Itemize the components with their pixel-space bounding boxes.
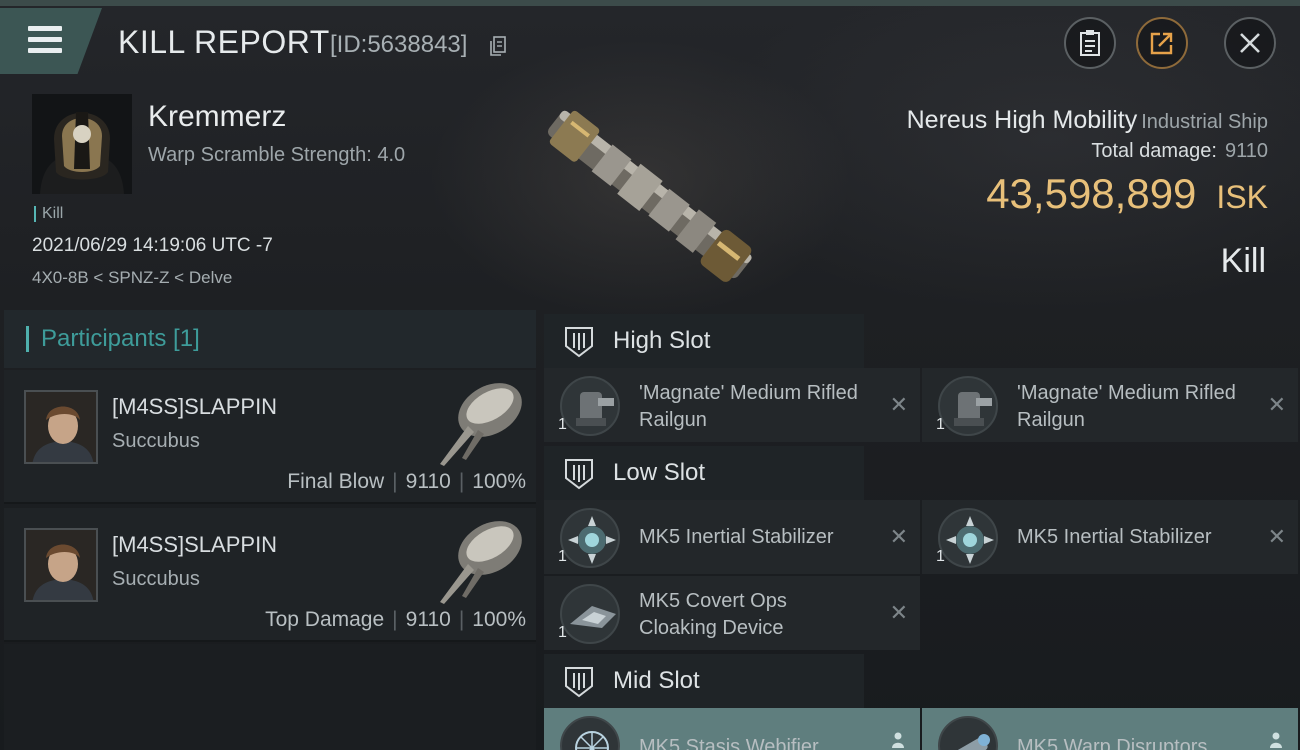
module-name: MK5 Covert Ops Cloaking Device [639,590,787,639]
clipboard-icon [1080,30,1100,56]
mid-slot-label: Mid Slot [613,667,700,694]
isk-value: 43,598,899 ISK [986,170,1268,218]
person-icon [1270,732,1282,748]
share-button[interactable] [1136,17,1188,69]
high-slot-label: High Slot [613,327,711,354]
module-quantity: 1 [936,416,945,433]
remove-icon[interactable]: ✕ [890,524,908,550]
mid-slot-header: Mid Slot [544,654,864,708]
kill-location: 4X0-8B < SPNZ-Z < Delve [32,268,233,287]
module-name: MK5 Warp Disruptors [1017,736,1208,750]
participant-percent: 100% [472,608,526,631]
participant-stats: Final Blow | 9110 | 100% [287,470,526,493]
module-name: MK5 Inertial Stabilizer [639,526,834,548]
total-damage-value: 9110 [1224,140,1268,162]
close-button[interactable] [1224,17,1276,69]
menu-icon [28,26,62,59]
isk-unit: ISK [1216,179,1268,215]
kill-tag: Kill [34,206,63,222]
remove-icon[interactable]: ✕ [890,600,908,626]
module-name: 'Magnate' Medium Rifled Railgun [1017,382,1236,431]
participant-name: [M4SS]SLAPPIN [112,394,278,419]
total-damage-label: Total damage: [1091,140,1217,162]
low-slot-header: Low Slot [544,446,864,500]
close-icon [1240,33,1260,53]
participants-header[interactable]: Participants [1] [4,310,536,368]
participants-empty-area [4,644,536,750]
participant-ship: Succubus [112,568,200,590]
remove-icon[interactable]: ✕ [890,392,908,418]
ship-name: Nereus High Mobility [906,106,1138,134]
participant-role: Top Damage [265,608,385,631]
page-title: KILL REPORT [118,24,330,60]
victim-portrait[interactable] [32,94,132,194]
remove-icon[interactable]: ✕ [1268,524,1286,550]
participant-name: [M4SS]SLAPPIN [112,532,278,557]
module-name: MK5 Stasis Webifier [639,736,819,750]
module-quantity: 1 [936,548,945,565]
total-damage: Total damage: 9110 [1091,140,1268,163]
avatar [32,94,132,194]
participant-stats: Top Damage | 9110 | 100% [265,608,526,631]
module-item[interactable]: MK5 Stasis Webifier [544,708,920,750]
module-item[interactable]: 1 MK5 Inertial Stabilizer ✕ [922,500,1298,574]
module-name: 'Magnate' Medium Rifled Railgun [639,382,858,431]
module-item[interactable]: 1 'Magnate' Medium Rifled Railgun ✕ [544,368,920,442]
stasis-webifier-icon [560,716,620,750]
victim-ship-image [548,110,752,282]
module-item[interactable]: 1 MK5 Inertial Stabilizer ✕ [544,500,920,574]
railgun-icon [938,376,998,436]
participant-damage: 9110 [405,470,451,493]
module-quantity: 1 [558,548,567,565]
module-quantity: 1 [558,416,567,433]
victim-name: Kremmerz [148,100,287,133]
slot-icon [565,667,593,698]
stabilizer-icon [938,508,998,568]
slot-icon [565,327,593,358]
module-item[interactable]: 1 MK5 Covert Ops Cloaking Device ✕ [544,576,920,650]
module-name: MK5 Inertial Stabilizer [1017,526,1212,548]
isk-amount: 43,598,899 [986,170,1197,217]
participant-row[interactable]: [M4SS]SLAPPIN Succubus Top Damage | 9110 | 1… [4,508,536,642]
participant-row[interactable]: [M4SS]SLAPPIN Succubus Final Blow | 9110 | 1… [4,370,536,504]
slot-icon [565,459,593,490]
victim-ship: Nereus High Mobility Industrial Ship [907,106,1268,135]
participant-ship: Succubus [112,430,200,452]
participant-damage: 9110 [405,608,451,631]
kill-datetime: 2021/06/29 14:19:06 UTC -7 [32,235,273,256]
participant-percent: 100% [472,470,526,493]
stabilizer-icon [560,508,620,568]
warp-disruptor-icon [938,716,998,750]
avatar [24,528,98,602]
share-icon [1150,32,1173,55]
module-quantity: 1 [558,624,567,641]
high-slot-header: High Slot [544,314,864,368]
participants-label: Participants [1] [26,326,200,352]
participant-role: Final Blow [287,470,385,493]
low-slot-label: Low Slot [613,459,706,486]
module-item[interactable]: 1 'Magnate' Medium Rifled Railgun ✕ [922,368,1298,442]
clipboard-button[interactable] [1064,17,1116,69]
kill-result: Kill [1220,242,1266,280]
cloaking-device-icon [560,584,620,644]
participant-ship-image [440,383,522,466]
person-icon [892,732,904,748]
report-id: [ID:5638843] [330,31,468,58]
railgun-icon [560,376,620,436]
avatar [24,390,98,464]
copy-icon[interactable] [490,36,506,56]
warp-scramble-strength: Warp Scramble Strength: 4.0 [148,144,406,166]
module-item[interactable]: MK5 Warp Disruptors [922,708,1298,750]
top-border [0,0,1300,6]
participant-ship-image [440,521,522,604]
ship-class: Industrial Ship [1141,111,1268,133]
remove-icon[interactable]: ✕ [1268,392,1286,418]
